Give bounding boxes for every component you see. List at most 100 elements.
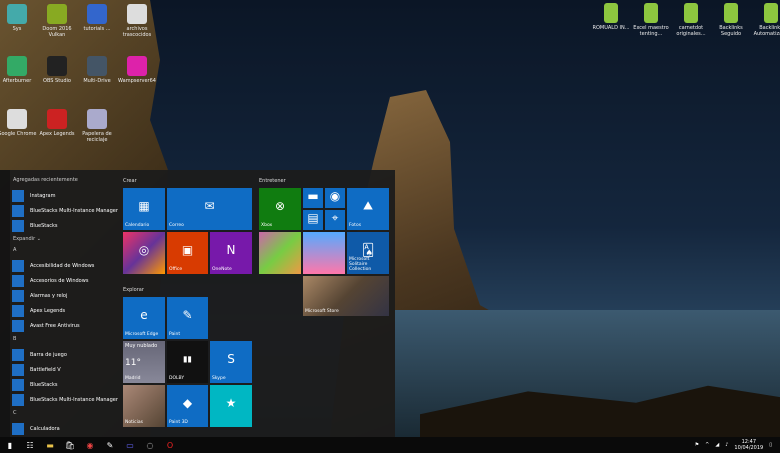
star-icon: ★: [225, 395, 237, 410]
desktop-icon[interactable]: Papelera de reciclaje: [76, 109, 118, 143]
weather-temp: 11°: [125, 357, 141, 368]
file-explorer-icon[interactable]: ▬: [40, 437, 60, 453]
clock[interactable]: 12:47 10/04/2019: [734, 439, 763, 451]
calculator-tile[interactable]: ▤: [303, 210, 323, 230]
edge-tile[interactable]: e Microsoft Edge: [123, 297, 165, 339]
app-icon: [7, 4, 27, 24]
obs-icon[interactable]: ◌: [140, 437, 160, 453]
onenote-icon: N: [226, 242, 236, 257]
expand-button[interactable]: Expandir ⌄: [13, 236, 118, 243]
app-list-item[interactable]: BlueStacks: [12, 218, 118, 233]
app-list[interactable]: Agregadas recientemente Instagram BlueSta…: [12, 174, 118, 436]
app-list-item[interactable]: Apex Legends: [12, 303, 118, 318]
desktop-icon[interactable]: Backlinks Automatizado: [750, 3, 780, 37]
desktop-icon-label: tutorials ...: [83, 26, 111, 32]
app-list-item[interactable]: Accesorios de Windows: [12, 273, 118, 288]
star-tile[interactable]: ★: [210, 385, 252, 427]
start-button[interactable]: ▮: [0, 437, 20, 453]
taskbar: ▮ ☷ ▬ 🛍 ◉ ✎ ▭ ◌ O: [0, 437, 780, 453]
tile-label: Paint: [169, 332, 181, 337]
app-name: Accesorios de Windows: [30, 277, 89, 284]
app-list-item[interactable]: Accesibilidad de Windows: [12, 258, 118, 273]
skype-icon: S: [227, 351, 235, 366]
desktop-icon-label: Google Chrome: [0, 131, 37, 137]
groove-icon: ◉: [329, 189, 341, 204]
news-tile[interactable]: Noticias: [123, 385, 165, 427]
solitaire-tile[interactable]: 🂡 Microsoft Solitaire Collection: [347, 232, 389, 274]
groove-tile[interactable]: ◉: [325, 188, 345, 208]
app-list-item[interactable]: BlueStacks Multi-Instance Manager: [12, 392, 118, 407]
desktop-icon[interactable]: OBS Studio: [36, 56, 78, 84]
monitor-icon[interactable]: ▭: [120, 437, 140, 453]
maps-tile[interactable]: ⌖: [325, 210, 345, 230]
skype-tile[interactable]: S Skype: [210, 341, 252, 383]
desktop-icon[interactable]: archivos trascocidos: [116, 4, 158, 38]
people-icon[interactable]: ⚑: [695, 442, 699, 448]
app-list-item[interactable]: BlueStacks Multi-Instance Manager: [12, 203, 118, 218]
notifications-icon[interactable]: ▯: [769, 442, 772, 448]
chevron-up-icon[interactable]: ^: [705, 442, 709, 448]
camera-tile[interactable]: ◎: [123, 232, 165, 274]
app-list-item[interactable]: Calculadora: [12, 421, 118, 436]
tile-label: Xbox: [261, 223, 273, 228]
desktop-icon[interactable]: Afterburner: [0, 56, 38, 84]
calendar-tile[interactable]: ▦ Calendario: [123, 188, 165, 230]
movies-tile[interactable]: ▬: [303, 188, 323, 208]
desktop-icon[interactable]: Sys: [0, 4, 38, 32]
store-tile[interactable]: Microsoft Store: [303, 276, 389, 316]
app-name: BlueStacks: [30, 222, 58, 229]
volume-icon[interactable]: ♪: [725, 442, 728, 448]
store-icon[interactable]: 🛍: [60, 437, 80, 453]
desktop-icon[interactable]: tutorials ...: [76, 4, 118, 32]
xbox-tile[interactable]: ⊗ Xbox: [259, 188, 301, 230]
app-list-item[interactable]: BlueStacks: [12, 377, 118, 392]
desktop-icon-label: Backlinks Seguido: [719, 25, 743, 37]
dolby-tile[interactable]: ▮▮ DOLBY: [167, 341, 208, 383]
paint3d-tile[interactable]: ◆ Paint 3D: [167, 385, 208, 427]
tile-label: Microsoft Edge: [125, 332, 159, 337]
candy-crush-tile[interactable]: [259, 232, 301, 274]
app-icon: [12, 348, 24, 361]
onenote-tile[interactable]: N OneNote: [210, 232, 252, 274]
opera-icon[interactable]: O: [160, 437, 180, 453]
app-list-item[interactable]: Alarmas y reloj: [12, 288, 118, 303]
app-list-item[interactable]: Barra de juego: [12, 347, 118, 362]
app-icon: [47, 109, 67, 129]
chrome-icon[interactable]: ◉: [80, 437, 100, 453]
date: 10/04/2019: [734, 445, 764, 451]
candy-friends-tile[interactable]: [303, 232, 345, 274]
desktop-icon[interactable]: Apex Legends: [36, 109, 78, 137]
calculator-icon: ▤: [307, 211, 319, 226]
tile-label: Office: [169, 267, 183, 272]
paint-icon[interactable]: ✎: [100, 437, 120, 453]
office-tile[interactable]: ▣ Office: [167, 232, 208, 274]
desktop-icon-label: Papelera de reciclaje: [82, 131, 112, 143]
app-list-item[interactable]: Instagram: [12, 188, 118, 203]
desktop-icon[interactable]: carnetdot originales...: [670, 3, 712, 37]
section-letter[interactable]: A: [13, 247, 118, 254]
section-letter[interactable]: B: [13, 336, 118, 343]
start-rail[interactable]: [0, 170, 10, 437]
app-list-item[interactable]: Battlefield V: [12, 362, 118, 377]
desktop-icon[interactable]: Wampserver64: [116, 56, 158, 84]
app-list-item[interactable]: Avast Free Antivirus: [12, 318, 118, 333]
task-view-icon[interactable]: ☷: [20, 437, 40, 453]
mail-tile[interactable]: ✉ Correo: [167, 188, 252, 230]
desktop-icon-label: Sys: [12, 26, 22, 32]
photos-tile[interactable]: ⛰ Fotos: [347, 188, 389, 230]
app-name: Battlefield V: [30, 366, 61, 373]
desktop-icon[interactable]: Excel maestro tenting...: [630, 3, 672, 37]
desktop-icon[interactable]: Backlinks Seguido: [710, 3, 752, 37]
group-create: Crear: [123, 178, 137, 184]
paint-tile[interactable]: ✎ Paint: [167, 297, 208, 339]
network-icon[interactable]: ◢: [715, 442, 719, 448]
section-letter[interactable]: C: [13, 410, 118, 417]
spreadsheet-file-icon: [684, 3, 698, 23]
desktop-icon[interactable]: ROMUALD IN...: [590, 3, 632, 31]
weather-tile[interactable]: Muy nublado 11° Madrid: [123, 341, 165, 383]
desktop-icon[interactable]: Google Chrome: [0, 109, 38, 137]
desktop-icon[interactable]: Multi-Drive: [76, 56, 118, 84]
start-menu: Agregadas recientemente Instagram BlueSta…: [0, 170, 395, 437]
desktop-icon[interactable]: Doom 2016 Vulkan: [36, 4, 78, 38]
tile-label: Skype: [212, 376, 226, 381]
